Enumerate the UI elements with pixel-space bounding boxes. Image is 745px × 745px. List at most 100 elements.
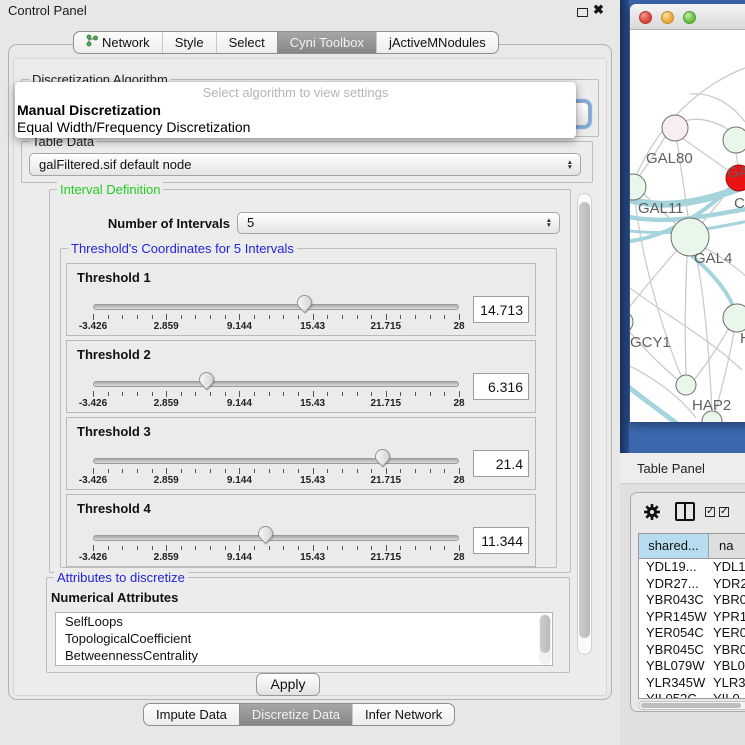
- node-label: H: [740, 330, 745, 347]
- major-tick: [386, 545, 387, 551]
- slider-track[interactable]: [93, 458, 459, 464]
- table-row[interactable]: YIL052CYIL0: [639, 691, 745, 698]
- attributes-scrollbar[interactable]: [539, 614, 551, 665]
- slider-track[interactable]: [93, 535, 459, 541]
- slider-track[interactable]: [93, 304, 459, 310]
- float-window-icon[interactable]: [577, 8, 588, 17]
- table-toolbar: ✓ ✓: [631, 493, 745, 531]
- minor-tick: [269, 546, 270, 550]
- network-node[interactable]: [630, 311, 633, 333]
- tab-infer-network[interactable]: Infer Network: [352, 704, 454, 725]
- table-row[interactable]: YDR27...YDR2: [639, 576, 745, 593]
- table-row[interactable]: YBR043CYBR0: [639, 592, 745, 609]
- threshold-value-field[interactable]: [473, 373, 529, 400]
- table-rows: YDL19...YDL1YDR27...YDR2YBR043CYBR0YPR14…: [639, 559, 745, 698]
- checkbox-icon[interactable]: ✓: [719, 507, 729, 517]
- network-window-titlebar[interactable]: [630, 4, 745, 30]
- network-edge-highlighted[interactable]: [630, 382, 680, 422]
- threshold-value-field[interactable]: [473, 527, 529, 554]
- control-panel: Control Panel ✖ NetworkStyleSelectCyni T…: [0, 0, 620, 745]
- apply-button[interactable]: Apply: [256, 673, 320, 696]
- network-node[interactable]: [630, 174, 646, 200]
- num-intervals-combo[interactable]: 5 ▲▼: [237, 212, 560, 234]
- cell-name: YPR1: [709, 609, 745, 626]
- major-tick: [313, 314, 314, 320]
- table-panel-title: Table Panel: [637, 461, 705, 476]
- num-intervals-label: Number of Intervals: [70, 216, 230, 231]
- table-data-combo[interactable]: galFiltered.sif default node ▲▼: [29, 153, 581, 176]
- tick-label: -3.426: [79, 475, 107, 486]
- threshold-label: Threshold 1: [77, 270, 151, 285]
- minor-tick: [283, 546, 284, 550]
- table-row[interactable]: YBR045CYBR0: [639, 642, 745, 659]
- tab-jactivemnodules[interactable]: jActiveMNodules: [376, 32, 498, 53]
- threshold-value-field[interactable]: [473, 296, 529, 323]
- minor-tick: [342, 392, 343, 396]
- attributes-group: Attributes to discretize Numerical Attri…: [46, 577, 570, 673]
- attribute-item[interactable]: TopologicalCoefficient: [56, 630, 552, 647]
- table-row[interactable]: YPR145WYPR1: [639, 609, 745, 626]
- numerical-attributes-list[interactable]: SelfLoopsTopologicalCoefficientBetweenne…: [55, 612, 553, 666]
- column-header-shared[interactable]: shared...: [639, 534, 709, 558]
- major-tick: [459, 314, 460, 320]
- network-canvas[interactable]: GAL80GACGAL11GAL4GCY1HHAP2: [630, 30, 745, 422]
- combo-stepper-icon: ▲▼: [546, 218, 552, 228]
- minor-tick: [430, 469, 431, 473]
- tab-network[interactable]: Network: [74, 32, 162, 53]
- tick-label: 2.859: [154, 552, 179, 563]
- attribute-item[interactable]: BetweennessCentrality: [56, 647, 552, 664]
- node-table-panel: ✓ ✓ shared... na YDL19...YDL1YDR27...YDR…: [630, 492, 745, 712]
- tab-impute-data[interactable]: Impute Data: [144, 704, 239, 725]
- algorithm-option[interactable]: Manual Discretization: [17, 102, 161, 118]
- table-horizontal-scrollbar[interactable]: [638, 701, 745, 710]
- columns-icon[interactable]: [675, 502, 695, 521]
- tick-label: -3.426: [79, 552, 107, 563]
- tab-cyni-toolbox[interactable]: Cyni Toolbox: [277, 32, 376, 53]
- tab-label: Network: [102, 32, 150, 53]
- threshold-value-field[interactable]: [473, 450, 529, 477]
- close-icon[interactable]: ✖: [593, 2, 604, 18]
- network-view-window: GAL80GACGAL11GAL4GCY1HHAP2: [630, 4, 745, 422]
- tick-label: 2.859: [154, 475, 179, 486]
- threshold-row: Threshold 3-3.4262.8599.14415.4321.71528: [66, 417, 536, 490]
- tab-select[interactable]: Select: [216, 32, 277, 53]
- network-edge[interactable]: [685, 256, 687, 376]
- attribute-item[interactable]: SelfLoops: [56, 613, 552, 630]
- numerical-attributes-label: Numerical Attributes: [51, 590, 178, 605]
- network-node[interactable]: [676, 375, 696, 395]
- table-panel-body: ✓ ✓ shared... na YDL19...YDL1YDR27...YDR…: [620, 484, 745, 745]
- minor-tick: [195, 546, 196, 550]
- table-row[interactable]: YDL19...YDL1: [639, 559, 745, 576]
- minor-tick: [108, 392, 109, 396]
- table-row[interactable]: YER054CYER0: [639, 625, 745, 642]
- tick-label: 28: [453, 321, 464, 332]
- scrollbar-thumb[interactable]: [540, 615, 550, 653]
- node-label: GAL11: [638, 200, 684, 217]
- tick-label: 15.43: [300, 398, 325, 409]
- table-row[interactable]: YBL079WYBL0: [639, 658, 745, 675]
- major-tick: [386, 391, 387, 397]
- minor-tick: [400, 469, 401, 473]
- major-tick: [386, 314, 387, 320]
- tab-discretize-data[interactable]: Discretize Data: [239, 704, 352, 725]
- slider-track[interactable]: [93, 381, 459, 387]
- table-row[interactable]: YLR345WYLR3: [639, 675, 745, 692]
- network-node[interactable]: [662, 115, 688, 141]
- tab-style[interactable]: Style: [162, 32, 216, 53]
- scrollbar-thumb[interactable]: [641, 703, 741, 708]
- gear-icon[interactable]: [643, 503, 661, 526]
- content-vertical-scrollbar[interactable]: [577, 193, 592, 655]
- num-intervals-value: 5: [247, 215, 254, 230]
- column-header-name[interactable]: na: [709, 534, 745, 558]
- network-edge[interactable]: [696, 256, 712, 412]
- network-node[interactable]: [723, 127, 745, 153]
- network-node[interactable]: [723, 304, 745, 332]
- threshold-label: Threshold 2: [77, 347, 151, 362]
- checkbox-icon[interactable]: ✓: [705, 507, 715, 517]
- scrollbar-thumb[interactable]: [579, 202, 590, 638]
- close-traffic-light[interactable]: [639, 11, 652, 24]
- network-edge[interactable]: [690, 94, 745, 122]
- algorithm-option[interactable]: Equal Width/Frequency Discretization: [17, 119, 250, 135]
- zoom-traffic-light[interactable]: [683, 11, 696, 24]
- minimize-traffic-light[interactable]: [661, 11, 674, 24]
